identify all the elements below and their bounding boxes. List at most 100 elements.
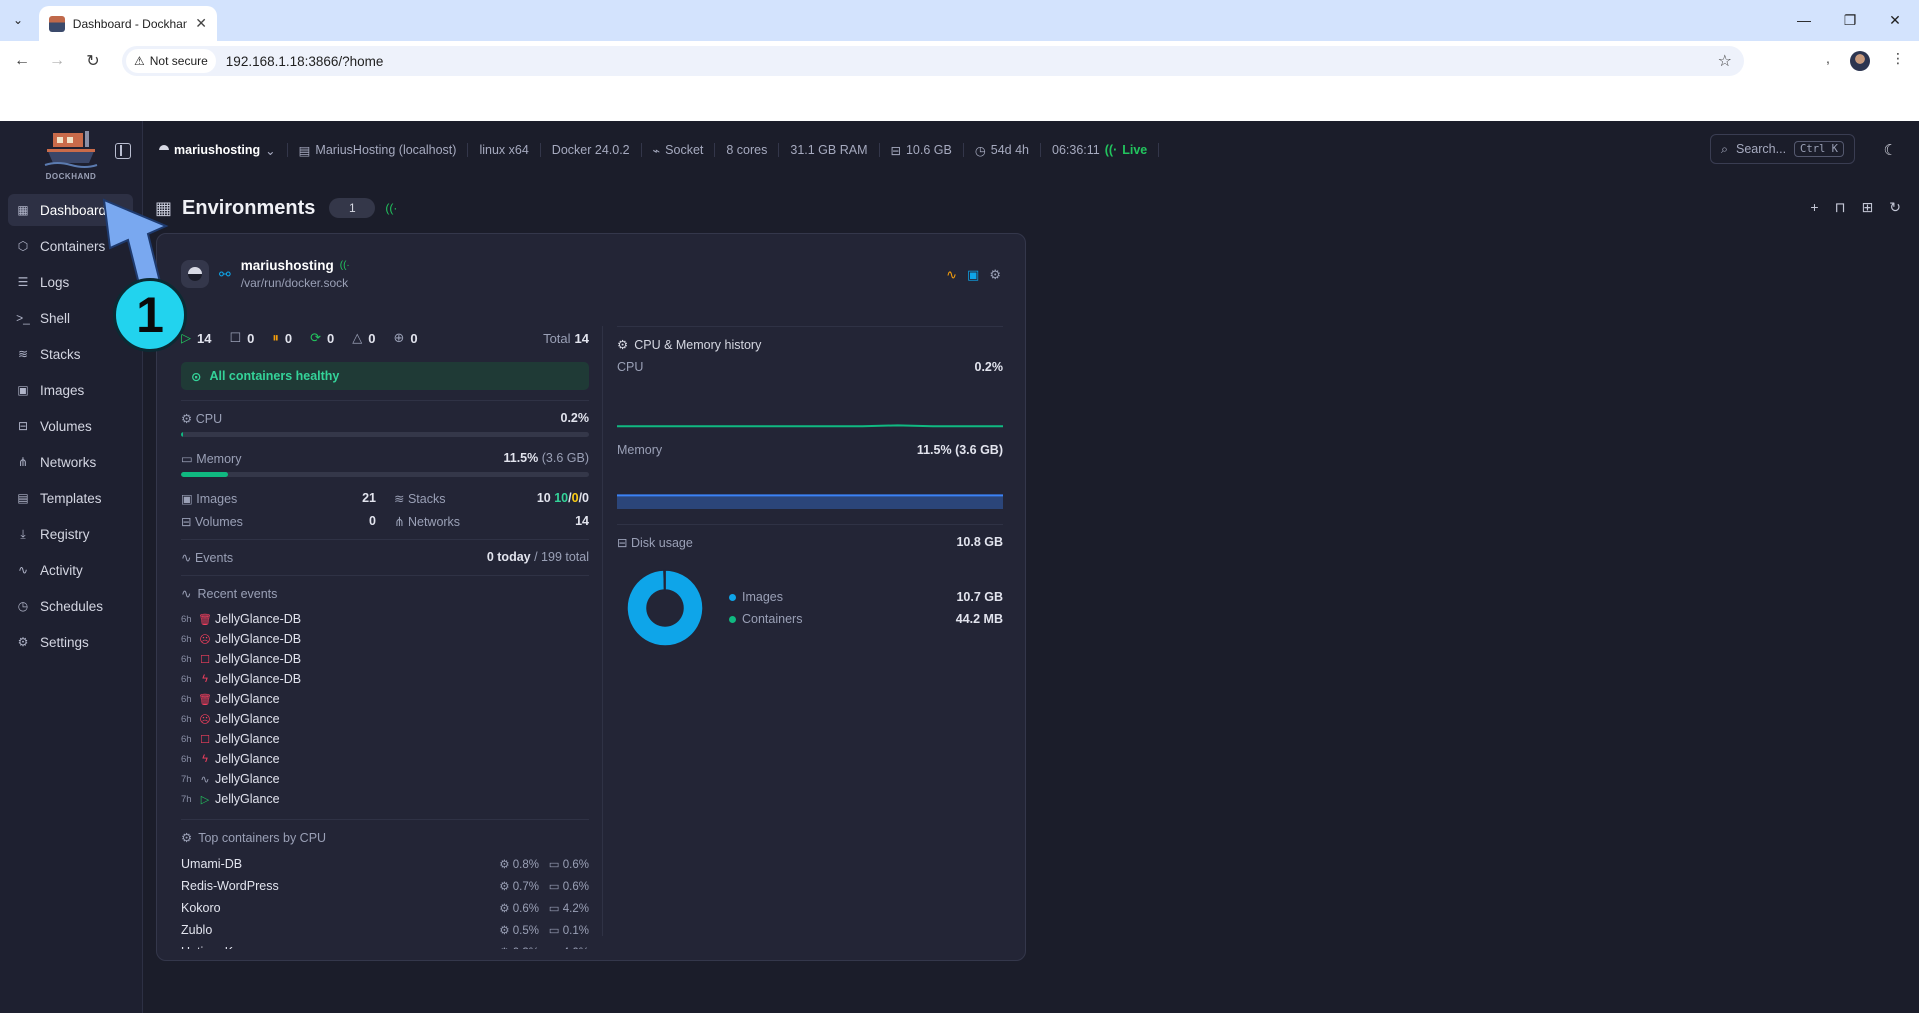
environments-header: ▦ Environments 1 ((· [155, 193, 397, 223]
pause-icon: ⏸ [272, 330, 279, 345]
sidebar-item-registry[interactable]: ⤓ Registry [8, 518, 133, 550]
square-icon: ☐ [200, 653, 210, 666]
dockhand-logo-icon [44, 131, 98, 168]
security-chip[interactable]: ⚠ Not secure [126, 49, 216, 73]
stacks-stat[interactable]: ≋ Stacks 10 10/0/0 [394, 491, 589, 506]
bookmark-star-icon[interactable]: ☆ [1718, 51, 1732, 71]
list-item[interactable]: 6h ☹ JellyGlance-DB [181, 629, 589, 649]
minimize-icon[interactable]: — [1790, 8, 1818, 32]
address-bar[interactable]: ⚠ Not secure 192.168.1.18:3866/?home ☆ [122, 46, 1744, 76]
sidebar-item-volumes[interactable]: ⊟ Volumes [8, 410, 133, 442]
environment-card[interactable]: ⚯ mariushosting ((· /var/run/docker.sock… [156, 233, 1026, 961]
close-window-icon[interactable]: ✕ [1881, 8, 1909, 32]
images-icon: ▣ [181, 492, 193, 506]
list-item[interactable]: 7h ∿ JellyGlance [181, 769, 589, 789]
tab-list-button[interactable]: ⌄ [6, 8, 30, 32]
mem-value: 0.1% [562, 925, 589, 937]
event-age: 7h [181, 773, 192, 785]
sidebar-item-stacks[interactable]: ≋ Stacks [8, 338, 133, 370]
restore-icon[interactable]: ❐ [1836, 8, 1864, 32]
list-item[interactable]: 6h ϟ JellyGlance [181, 749, 589, 769]
reload-icon[interactable]: ↻ [81, 49, 105, 73]
sidebar-item-settings[interactable]: ⚙ Settings [8, 626, 133, 658]
event-age: 6h [181, 753, 192, 765]
images-value: 21 [362, 491, 376, 505]
refresh-icon[interactable]: ↻ [1889, 199, 1901, 216]
browser-tab[interactable]: Dashboard - Dockhand ✕ [39, 6, 217, 41]
disk-info: ⊟ 10.6 GB [880, 143, 964, 158]
event-age: 6h [181, 673, 192, 685]
sidebar-collapse-icon[interactable] [115, 143, 131, 159]
event-age: 6h [181, 613, 192, 625]
browser-menu-icon[interactable]: ⋮ [1891, 50, 1905, 67]
table-row[interactable]: Redis-WordPress ⚙ 0.7% ▭ 0.6% [181, 875, 589, 897]
activity-icon: ∿ [181, 587, 192, 601]
sidebar-item-images[interactable]: ▣ Images [8, 374, 133, 406]
list-item[interactable]: 7h ▷ JellyGlance [181, 789, 589, 809]
sidebar-item-templates[interactable]: ▤ Templates [8, 482, 133, 514]
extension-icon[interactable]: , [1826, 50, 1830, 66]
sidebar-item-networks[interactable]: ⋔ Networks [8, 446, 133, 478]
total-count: Total 14 [543, 331, 589, 346]
card-actions: ∿ ▣ ⚙ [946, 267, 1001, 283]
mem-value: 4.0% [563, 947, 589, 949]
container-name: Umami-DB [181, 857, 243, 871]
container-cpu: ⚙ 0.7% [499, 881, 539, 893]
event-age: 6h [181, 693, 192, 705]
logo-text: DOCKHAND [45, 172, 97, 181]
paused-count[interactable]: ⏸ 0 [272, 330, 292, 346]
pending-count[interactable]: ⊕ 0 [393, 330, 417, 346]
container-cpu: ⚙ 0.3% [489, 945, 539, 949]
forward-icon[interactable]: → [45, 49, 69, 73]
container-name: Kokoro [181, 901, 221, 915]
layout-icon[interactable]: ⊞ [1862, 199, 1874, 216]
unlock-icon[interactable]: ⊓ [1835, 199, 1846, 216]
back-icon[interactable]: ← [10, 49, 34, 73]
stopped-count[interactable]: ☐ 0 [229, 330, 254, 346]
history-cpu-label: CPU [617, 360, 644, 374]
disk-usage-total: 10.8 GB [956, 535, 1003, 549]
unhealthy-count[interactable]: △ 0 [352, 330, 375, 346]
list-item[interactable]: 6h ☐ JellyGlance-DB [181, 649, 589, 669]
sidebar-item-schedules[interactable]: ◷ Schedules [8, 590, 133, 622]
list-item[interactable]: 6h ϟ JellyGlance-DB [181, 669, 589, 689]
theme-toggle-moon-icon[interactable]: ☾ [1884, 141, 1897, 159]
profile-avatar[interactable] [1850, 51, 1870, 71]
health-text: All containers healthy [209, 369, 340, 383]
list-item[interactable]: 6h ☹ JellyGlance [181, 709, 589, 729]
list-item[interactable]: 6h 🗑 JellyGlance [181, 689, 589, 709]
divider [181, 575, 589, 576]
running-count[interactable]: ▷ 14 [181, 330, 211, 346]
add-icon[interactable]: + [1810, 199, 1818, 216]
cpu-icon[interactable]: ▣ [967, 267, 979, 283]
networks-stat[interactable]: ⋔ Networks 14 [394, 514, 589, 529]
container-name: Zublo [181, 923, 213, 937]
topbar: mariushosting ⌄ ▤ MariusHosting (localhos… [143, 121, 1919, 179]
volumes-stat[interactable]: ⊟ Volumes 0 [181, 514, 376, 529]
divider [181, 400, 589, 401]
table-row[interactable]: Umami-DB ⚙ 0.8% ▭ 0.6% [181, 853, 589, 875]
search-input[interactable]: ⌕ Search... Ctrl K [1710, 134, 1855, 164]
container-counts: ▷ 14 ☐ 0 ⏸ 0 ⟳ 0 △ 0 ⊕ 0 Total 14 [181, 326, 589, 350]
url-text[interactable]: 192.168.1.18:3866/?home [226, 54, 384, 69]
table-row[interactable]: Zublo ⚙ 0.5% ▭ 0.1% [181, 919, 589, 941]
environment-selector[interactable]: mariushosting ⌄ [159, 143, 288, 158]
tab-close-icon[interactable]: ✕ [195, 15, 207, 32]
events-stat: ∿ Events 0 today / 199 total [181, 550, 589, 565]
table-row[interactable]: Uptime-Kuma⚙ 0.3%▭ 4.0% [181, 941, 589, 949]
history-memory-value: 11.5% [916, 443, 952, 457]
cpu-metric: ⚙ CPU 0.2% [181, 411, 589, 426]
list-item[interactable]: 6h 🗑 JellyGlance-DB [181, 609, 589, 629]
history-memory-detail: (3.6 GB) [955, 443, 1003, 457]
step-number-badge: 1 [113, 278, 187, 352]
restarting-count[interactable]: ⟳ 0 [310, 330, 334, 346]
environment-card-name: mariushosting [240, 258, 334, 273]
divider [617, 524, 1003, 525]
sidebar-item-activity[interactable]: ∿ Activity [8, 554, 133, 586]
list-item[interactable]: 6h ☐ JellyGlance [181, 729, 589, 749]
gear-icon[interactable]: ⚙ [989, 267, 1001, 283]
images-stat[interactable]: ▣ Images 21 [181, 491, 376, 506]
top-containers-list: Umami-DB ⚙ 0.8% ▭ 0.6% Redis-WordPress ⚙ 0.7… [181, 853, 589, 949]
activity-icon[interactable]: ∿ [946, 267, 957, 283]
table-row[interactable]: Kokoro ⚙ 0.6% ▭ 4.2% [181, 897, 589, 919]
